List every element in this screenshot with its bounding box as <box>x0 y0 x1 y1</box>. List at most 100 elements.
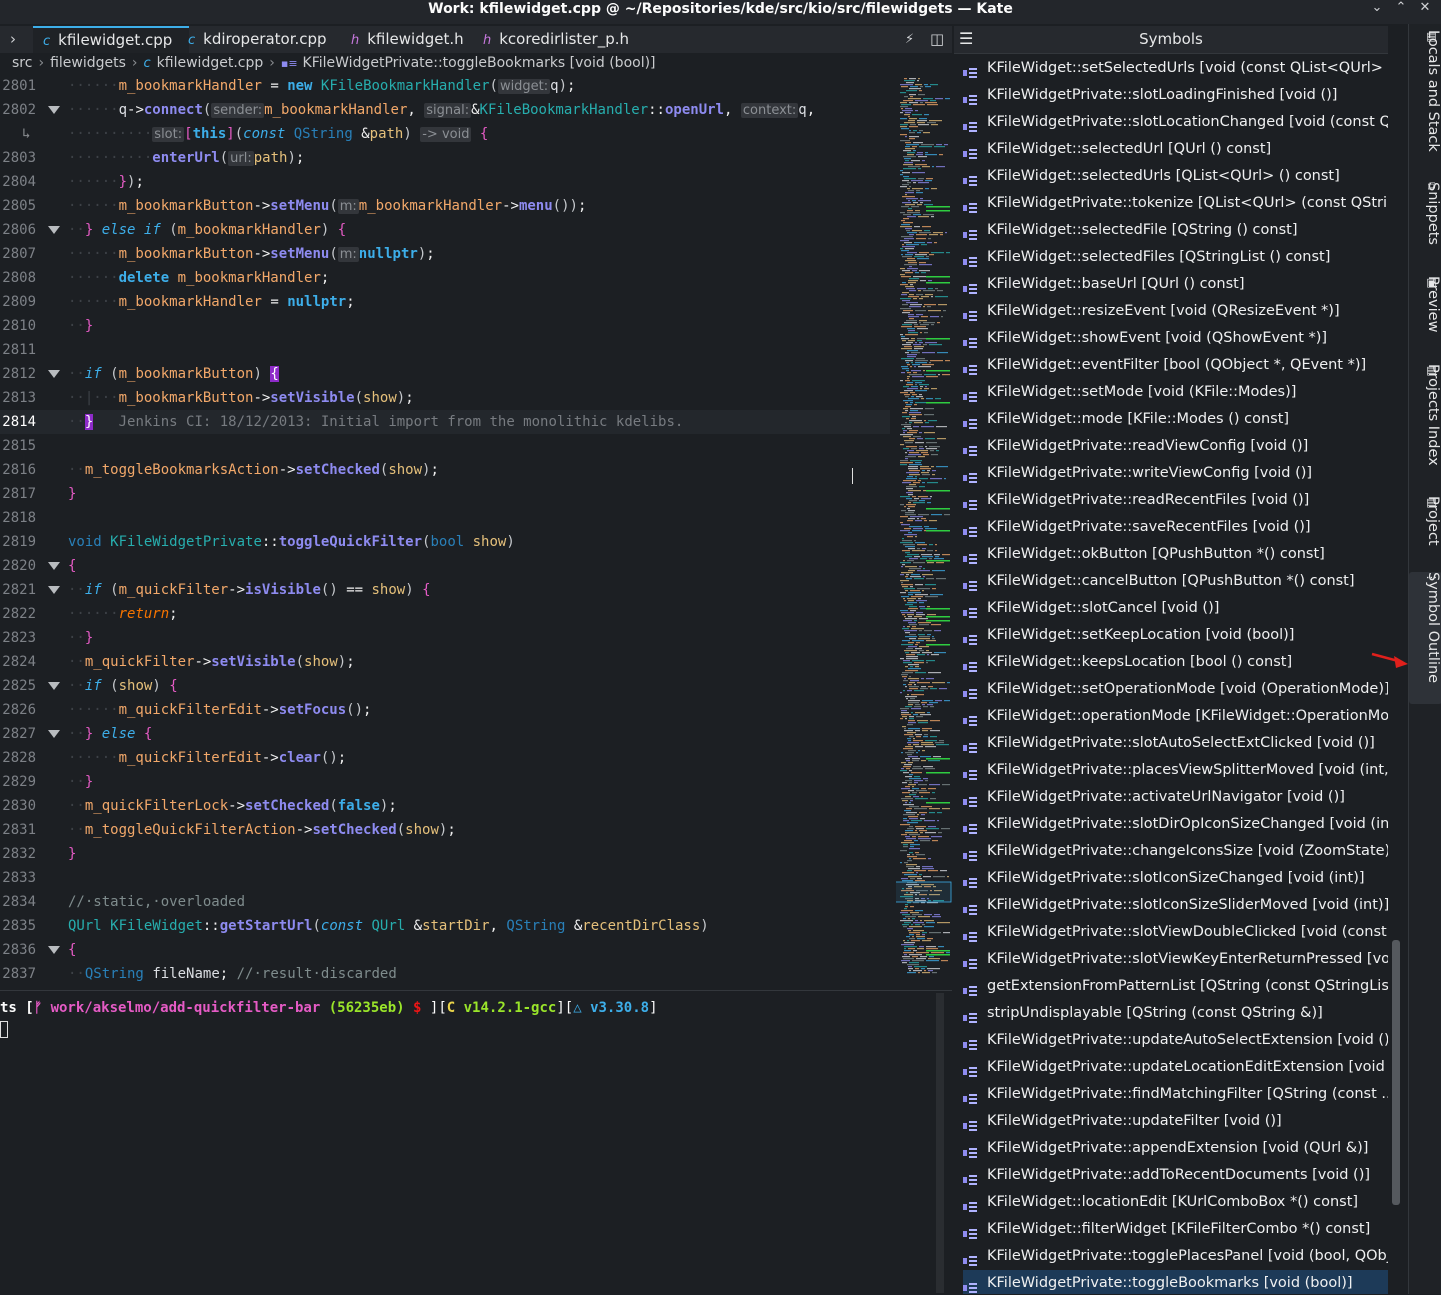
code-line[interactable]: 2831 ··m_toggleQuickFilterAction->setChec… <box>0 818 890 842</box>
tab-snippets[interactable]: ⧉ Snippets <box>1409 182 1441 264</box>
symbol-item[interactable]: KFileWidget::okButton [QPushButton *() c… <box>963 541 1388 568</box>
fold-arrow-icon[interactable] <box>48 586 60 594</box>
symbol-item[interactable]: KFileWidgetPrivate::slotLoadingFinished … <box>963 82 1388 109</box>
code-line[interactable]: ↳ ·········· slot: [this](const QString &pa… <box>0 122 890 146</box>
symbol-item[interactable]: KFileWidget::slotCancel [void ()] <box>963 595 1388 622</box>
symbol-item[interactable]: KFileWidgetPrivate::slotViewKeyEnterRetu… <box>963 946 1388 973</box>
code-line[interactable]: 2832} <box>0 842 890 866</box>
code-minimap[interactable] <box>896 78 952 978</box>
symbol-item[interactable]: KFileWidget::setSelectedUrls [void (cons… <box>963 55 1388 82</box>
fold-arrow-icon[interactable] <box>48 226 60 234</box>
code-line[interactable]: 2825 ··if (show) { <box>0 674 890 698</box>
symbol-item[interactable]: KFileWidget::setOperationMode [void (Ope… <box>963 676 1388 703</box>
symbol-item[interactable]: KFileWidget::locationEdit [KUrlComboBox … <box>963 1189 1388 1216</box>
symbol-item[interactable]: KFileWidget::selectedFiles [QStringList … <box>963 244 1388 271</box>
symbol-item[interactable]: KFileWidget::setMode [void (KFile::Modes… <box>963 379 1388 406</box>
tab-kcoredirlister-p-h[interactable]: h kcoredirlister_p.h <box>483 26 629 53</box>
symbol-item[interactable]: stripUndisplayable [QString (const QStri… <box>963 1000 1388 1027</box>
symbol-item[interactable]: KFileWidgetPrivate::placesViewSplitterMo… <box>963 757 1388 784</box>
breadcrumb-filewidgets[interactable]: filewidgets <box>50 55 126 71</box>
tab-kfilewidget-h[interactable]: h kfilewidget.h <box>351 26 464 53</box>
symbol-item[interactable]: KFileWidgetPrivate::saveRecentFiles [voi… <box>963 514 1388 541</box>
code-line[interactable]: 2829 ··} <box>0 770 890 794</box>
code-line[interactable]: 2816 ··m_toggleBookmarksAction->setChecke… <box>0 458 890 482</box>
code-line-current[interactable]: 2814 ··} Jenkins CI: 18/12/2013: Initial … <box>0 410 890 434</box>
code-line[interactable]: 2802 ······q->connect(sender: m_bookmarkHa… <box>0 98 890 122</box>
symbol-item[interactable]: KFileWidgetPrivate::updateAutoSelectExte… <box>963 1027 1388 1054</box>
symbol-item[interactable]: KFileWidgetPrivate::writeViewConfig [voi… <box>963 460 1388 487</box>
symbol-item[interactable]: KFileWidgetPrivate::slotLocationChanged … <box>963 109 1388 136</box>
fold-arrow-icon[interactable] <box>48 946 60 954</box>
symbol-item[interactable]: KFileWidgetPrivate::slotIconSizeChanged … <box>963 865 1388 892</box>
tab-kdiroperator-cpp[interactable]: c kdiroperator.cpp <box>188 26 327 53</box>
symbol-item[interactable]: KFileWidget::filterWidget [KFileFilterCo… <box>963 1216 1388 1243</box>
symbol-item[interactable]: KFileWidget::mode [KFile::Modes () const… <box>963 406 1388 433</box>
code-line[interactable]: 2827 ··} else { <box>0 722 890 746</box>
code-line[interactable]: 2811 <box>0 338 890 362</box>
symbol-item[interactable]: KFileWidget::resizeEvent [void (QResizeE… <box>963 298 1388 325</box>
tab-symbol-outline[interactable]: ⋮ Symbol Outline <box>1409 572 1441 704</box>
tab-locals-and-stack[interactable]: ▤ Locals and Stack <box>1409 30 1441 180</box>
tab-project[interactable]: ▤ Project <box>1409 496 1441 568</box>
breadcrumb-src[interactable]: src <box>12 55 32 71</box>
symbol-item[interactable]: KFileWidgetPrivate::findMatchingFilter [… <box>963 1081 1388 1108</box>
quick-open-icon[interactable]: ⚡ <box>905 26 914 53</box>
code-line[interactable]: 2820{ <box>0 554 890 578</box>
fold-arrow-icon[interactable] <box>48 682 60 690</box>
symbol-item[interactable]: KFileWidgetPrivate::slotDirOpIconSizeCha… <box>963 811 1388 838</box>
breadcrumb-file[interactable]: kfilewidget.cpp <box>157 55 264 71</box>
code-line[interactable]: 2815 <box>0 434 890 458</box>
code-line[interactable]: 2834//·static,·overloaded <box>0 890 890 914</box>
code-line[interactable]: 2833 <box>0 866 890 890</box>
symbol-item[interactable]: KFileWidgetPrivate::readRecentFiles [voi… <box>963 487 1388 514</box>
symbol-item[interactable]: KFileWidget::baseUrl [QUrl () const] <box>963 271 1388 298</box>
terminal-scrollbar[interactable] <box>936 993 944 1293</box>
tab-projects-index[interactable]: ▤ Projects Index <box>1409 364 1441 489</box>
symbol-item[interactable]: KFileWidgetPrivate::activateUrlNavigator… <box>963 784 1388 811</box>
symbol-item[interactable]: KFileWidgetPrivate::togglePlacesPanel [v… <box>963 1243 1388 1270</box>
symbol-item[interactable]: KFileWidget::operationMode [KFileWidget:… <box>963 703 1388 730</box>
code-line[interactable]: 2813 ··|···m_bookmarkButton->setVisible(s… <box>0 386 890 410</box>
symbol-item[interactable]: KFileWidgetPrivate::updateFilter [void (… <box>963 1108 1388 1135</box>
symbol-item[interactable]: KFileWidgetPrivate::slotAutoSelectExtCli… <box>963 730 1388 757</box>
code-line[interactable]: 2812 ··if (m_bookmarkButton) { <box>0 362 890 386</box>
code-line[interactable]: 2810 ··} <box>0 314 890 338</box>
tab-preview[interactable]: ▣ Preview <box>1409 276 1441 356</box>
code-line[interactable]: 2836{ <box>0 938 890 962</box>
code-line[interactable]: 2835 QUrl KFileWidget::getStartUrl(const … <box>0 914 890 938</box>
symbol-item[interactable]: KFileWidget::selectedUrl [QUrl () const] <box>963 136 1388 163</box>
minimize-icon[interactable]: ⌄ <box>1366 0 1388 18</box>
code-line[interactable]: 2801 ······m_bookmarkHandler = new KFileB… <box>0 74 890 98</box>
symbol-item[interactable]: KFileWidgetPrivate::readViewConfig [void… <box>963 433 1388 460</box>
symbol-item[interactable]: KFileWidget::selectedFile [QString () co… <box>963 217 1388 244</box>
fold-arrow-icon[interactable] <box>48 106 60 114</box>
symbol-item[interactable]: getExtensionFromPatternList [QString (co… <box>963 973 1388 1000</box>
code-line[interactable]: 2804 ······}); <box>0 170 890 194</box>
code-line[interactable]: 2823 ··} <box>0 626 890 650</box>
symbol-item[interactable]: KFileWidgetPrivate::slotIconSizeSliderMo… <box>963 892 1388 919</box>
code-line[interactable]: 2830 ··m_quickFilterLock->setChecked(fals… <box>0 794 890 818</box>
chevron-right-icon[interactable]: › <box>10 26 16 53</box>
fold-arrow-icon[interactable] <box>48 562 60 570</box>
code-line[interactable]: 2809 ······m_bookmarkHandler = nullptr; <box>0 290 890 314</box>
symbol-item[interactable]: KFileWidget::showEvent [void (QShowEvent… <box>963 325 1388 352</box>
symbol-item[interactable]: KFileWidgetPrivate::changeIconsSize [voi… <box>963 838 1388 865</box>
fold-arrow-icon[interactable] <box>48 370 60 378</box>
symbol-item[interactable]: KFileWidgetPrivate::toggleBookmarks [voi… <box>963 1270 1388 1294</box>
symbol-item[interactable]: KFileWidget::setKeepLocation [void (bool… <box>963 622 1388 649</box>
split-view-icon[interactable]: ◫ <box>930 26 944 53</box>
symbol-item[interactable]: KFileWidget::cancelButton [QPushButton *… <box>963 568 1388 595</box>
code-editor[interactable]: 2801 ······m_bookmarkHandler = new KFileB… <box>0 74 890 988</box>
code-line[interactable]: 2817} <box>0 482 890 506</box>
symbol-item[interactable]: KFileWidgetPrivate::slotViewDoubleClicke… <box>963 919 1388 946</box>
code-line[interactable]: 2828 ······m_quickFilterEdit->clear(); <box>0 746 890 770</box>
symbol-item[interactable]: KFileWidgetPrivate::tokenize [QList<QUrl… <box>963 190 1388 217</box>
maximize-icon[interactable]: ⌃ <box>1390 0 1412 18</box>
code-line[interactable]: 2837 ··QString fileName; //·result·discar… <box>0 962 890 986</box>
code-line[interactable]: 2821 ··if (m_quickFilter->isVisible() == … <box>0 578 890 602</box>
tab-kfilewidget-cpp[interactable]: c kfilewidget.cpp <box>33 26 189 53</box>
code-line[interactable]: 2805 ······m_bookmarkButton->setMenu(m: m_… <box>0 194 890 218</box>
code-line[interactable]: 2807 ······m_bookmarkButton->setMenu(m: nu… <box>0 242 890 266</box>
code-line[interactable]: 2803 ··········enterUrl(url: path); <box>0 146 890 170</box>
code-line[interactable]: 2818 <box>0 506 890 530</box>
